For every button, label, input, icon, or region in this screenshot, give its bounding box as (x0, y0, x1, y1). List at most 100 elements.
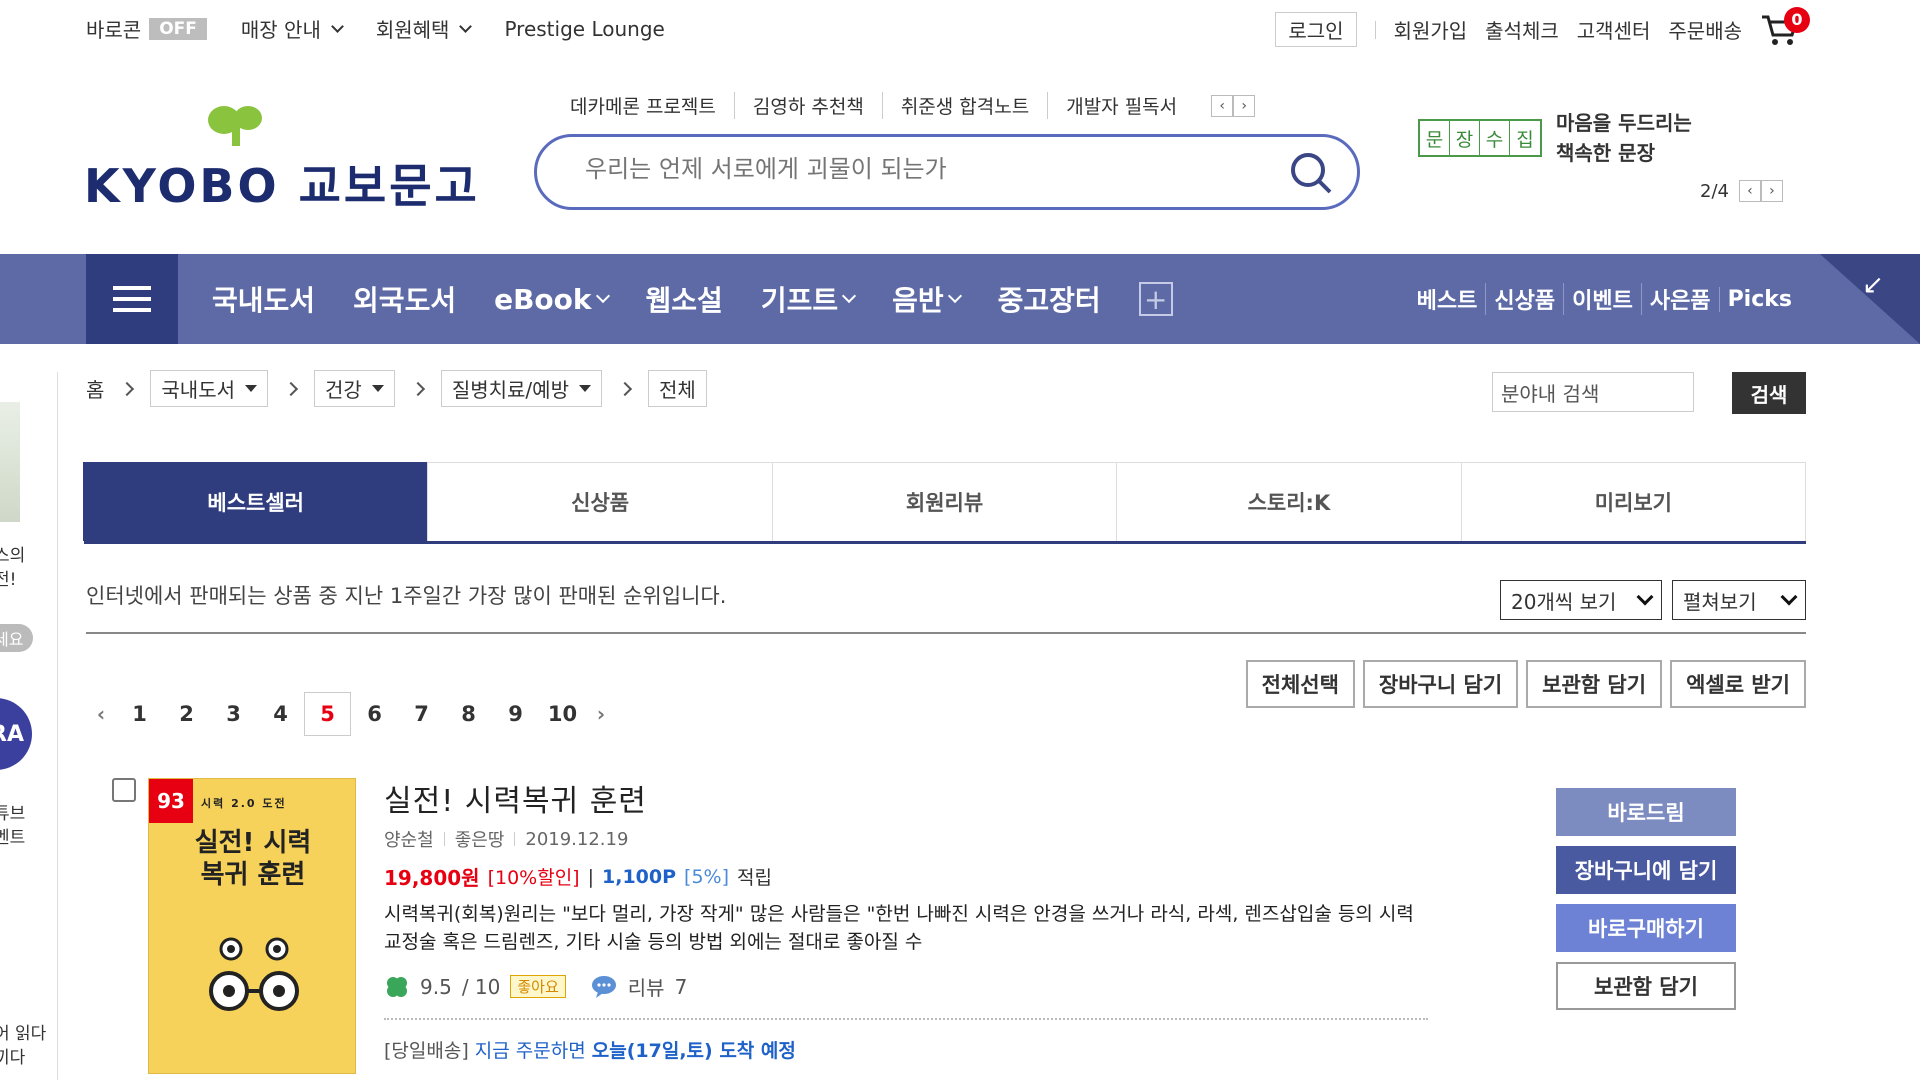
page-link[interactable]: 10 (539, 692, 586, 736)
quick-link[interactable]: 데카메론 프로젝트 (570, 92, 734, 119)
gnb-item-label: 중고장터 (997, 284, 1101, 317)
gnb-item-used-market[interactable]: 중고장터 (998, 279, 1101, 319)
chevron-down-icon (1636, 588, 1654, 606)
product-publisher[interactable]: 좋은땅 (455, 826, 505, 852)
chevron-left-icon[interactable]: ‹ (1211, 94, 1234, 117)
sidebar-text: 어 읽다 (0, 1024, 47, 1044)
add-to-cart-all-button[interactable]: 장바구니 담기 (1362, 660, 1519, 708)
cover-subtitle: 시력 2.0 도전 (201, 797, 287, 810)
tab-new[interactable]: 신상품 (427, 462, 773, 541)
gnb-item-domestic-books[interactable]: 국내도서 (212, 279, 315, 319)
page-link-current[interactable]: 5 (304, 692, 351, 736)
gnb-link-gift[interactable]: 사은품 (1640, 283, 1719, 315)
review-count[interactable]: 7 (675, 975, 688, 999)
product-title[interactable]: 실전! 시력복귀 훈련 (384, 776, 647, 820)
review-label[interactable]: 리뷰 (628, 972, 665, 1001)
breadcrumb-current[interactable]: 전체 (647, 370, 707, 407)
gnb-link-picks[interactable]: Picks (1718, 286, 1800, 312)
save-to-wishlist-all-button[interactable]: 보관함 담기 (1526, 660, 1663, 708)
quick-link[interactable]: 취준생 합격노트 (881, 92, 1047, 119)
product-checkbox[interactable] (112, 778, 136, 802)
breadcrumb-select[interactable]: 국내도서 (150, 370, 269, 407)
glasses-illustration-icon (209, 937, 299, 1011)
shipping-tag: [당일배송] (384, 1040, 469, 1062)
category-search-input[interactable] (1492, 372, 1694, 412)
product-discount: [10%할인] (487, 867, 580, 889)
product-points-suffix: 적립 (737, 867, 772, 889)
sidebar-pill[interactable]: 세요 (0, 624, 34, 652)
category-search-button[interactable]: 검색 (1732, 372, 1806, 414)
gnb-item-web-novel[interactable]: 웹소설 (646, 279, 723, 319)
chevron-right-icon[interactable]: › (586, 702, 616, 726)
chevron-right-icon[interactable]: › (1760, 180, 1783, 202)
product-author[interactable]: 양순철 (384, 826, 434, 852)
attendance-link[interactable]: 출석체크 (1485, 15, 1559, 44)
breadcrumb-select[interactable]: 질병치료/예방 (440, 370, 602, 407)
barocon-toggle[interactable]: 바로콘 OFF (86, 14, 207, 43)
page-link[interactable]: 2 (163, 692, 210, 736)
page-link[interactable]: 9 (492, 692, 539, 736)
tab-bestseller[interactable]: 베스트셀러 (83, 462, 429, 541)
gnb-items: 국내도서 외국도서 eBook 웹소설 기프트 음반 중고장터 + (212, 254, 1173, 344)
chevron-left-icon[interactable]: ‹ (1738, 180, 1761, 202)
page-link[interactable]: 8 (445, 692, 492, 736)
member-benefit-label: 회원혜택 (375, 18, 450, 42)
gnb-link-event[interactable]: 이벤트 (1563, 283, 1641, 315)
breadcrumb-home[interactable]: 홈 (86, 374, 104, 403)
page-link[interactable]: 1 (116, 692, 163, 736)
list-description: 인터넷에서 판매되는 상품 중 지난 1주일간 가장 많이 판매된 순위입니다. (86, 584, 727, 608)
product-points-pct: [5%] (684, 865, 730, 888)
gnb-item-gift[interactable]: 기프트 (761, 279, 857, 319)
page-link[interactable]: 6 (351, 692, 398, 736)
buy-now-button[interactable]: 바로구매하기 (1556, 904, 1736, 952)
cart-button[interactable]: 0 (1760, 6, 1810, 47)
left-sidebar-banner[interactable]: 스의 전! 세요 RA 튜브 벤트 어 읽다 끼다 (0, 372, 58, 1080)
breadcrumb-select-label: 건강 (325, 378, 362, 402)
gnb-item-foreign-books[interactable]: 외국도서 (353, 279, 456, 319)
quick-link[interactable]: 김영하 추천책 (733, 92, 882, 119)
prestige-lounge-link[interactable]: Prestige Lounge (504, 17, 664, 41)
per-page-select[interactable]: 20개씩 보기 (1500, 580, 1662, 620)
chevron-left-icon[interactable]: ‹ (86, 702, 116, 726)
search-icon[interactable] (1289, 151, 1333, 195)
plus-icon[interactable]: + (1138, 282, 1173, 316)
utility-right: 로그인 회원가입 출석체크 고객센터 주문배송 0 (1275, 6, 1810, 47)
gnb-item-music[interactable]: 음반 (892, 279, 962, 319)
barocon-state-badge[interactable]: OFF (149, 17, 207, 40)
page-link[interactable]: 3 (210, 692, 257, 736)
order-delivery-link[interactable]: 주문배송 (1668, 15, 1742, 44)
gnb-item-ebook[interactable]: eBook (494, 283, 610, 316)
login-button[interactable]: 로그인 (1275, 12, 1357, 47)
hamburger-menu-icon[interactable] (86, 254, 178, 344)
view-mode-select[interactable]: 펼쳐보기 (1672, 580, 1806, 620)
export-excel-button[interactable]: 엑셀로 받기 (1670, 660, 1806, 708)
page-link[interactable]: 4 (257, 692, 304, 736)
page-link[interactable]: 7 (398, 692, 445, 736)
prestige-lounge-label: Prestige Lounge (504, 16, 665, 41)
customer-center-link[interactable]: 고객센터 (1577, 15, 1651, 44)
main-search-input[interactable] (585, 155, 1265, 183)
store-guide-menu[interactable]: 매장 안내 (241, 14, 344, 43)
gnb-link-best[interactable]: 베스트 (1409, 283, 1486, 315)
save-to-wishlist-button[interactable]: 보관함 담기 (1556, 962, 1736, 1010)
kyobo-logo[interactable]: KYOBO 교보문고 (84, 100, 477, 213)
quick-link[interactable]: 개발자 필독서 (1047, 92, 1195, 119)
tab-story-k[interactable]: 스토리:K (1116, 462, 1462, 541)
member-benefit-menu[interactable]: 회원혜택 (375, 14, 473, 43)
chevron-right-icon[interactable]: › (1233, 94, 1256, 117)
promo-banner[interactable]: 문 장 수 집 마음을 두드리는 책속한 문장 (1418, 108, 1692, 168)
gnb-item-label: 외국도서 (353, 284, 457, 317)
book-cover[interactable]: 93 시력 2.0 도전 실전! 시력복귀 훈련 (148, 778, 356, 1074)
arrow-down-left-icon[interactable]: ↙ (1862, 270, 1884, 300)
join-link[interactable]: 회원가입 (1394, 15, 1468, 44)
product-description: 시력복귀(회복)원리는 "보다 멀리, 가장 작게" 많은 사람들은 "한번 나… (384, 903, 1414, 953)
shipping-eta: 오늘(17일,토) 도착 예정 (591, 1040, 796, 1062)
gnb-link-new[interactable]: 신상품 (1485, 283, 1563, 315)
add-to-cart-button[interactable]: 장바구니에 담기 (1556, 846, 1736, 894)
tab-preview[interactable]: 미리보기 (1460, 462, 1807, 541)
select-all-button[interactable]: 전체선택 (1245, 660, 1355, 708)
barodream-button[interactable]: 바로드림 (1556, 788, 1736, 836)
breadcrumb-select[interactable]: 건강 (314, 370, 395, 407)
product-points: 1,100P (602, 865, 677, 888)
tab-member-review[interactable]: 회원리뷰 (771, 462, 1118, 541)
